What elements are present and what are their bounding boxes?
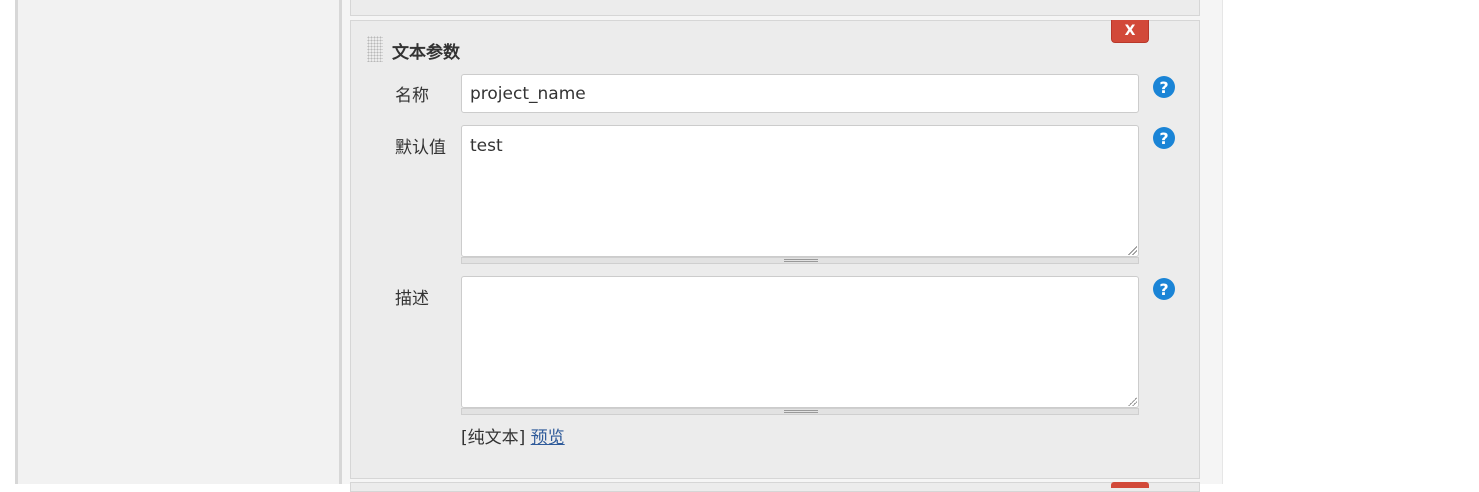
default-value-help-icon[interactable]: ? <box>1153 127 1175 149</box>
description-textarea[interactable] <box>461 276 1139 408</box>
drag-handle-icon[interactable] <box>367 36 383 62</box>
markup-format-line: [纯文本] 预览 <box>461 423 565 448</box>
description-resize-grip[interactable] <box>461 408 1139 415</box>
name-label: 名称 <box>395 86 429 106</box>
default-value-label: 默认值 <box>395 138 446 158</box>
left-sidebar-panel <box>15 0 342 484</box>
parameter-type-title: 文本参数 <box>392 43 460 63</box>
plain-text-label: [纯文本] <box>461 428 526 448</box>
default-value-resize-icon[interactable] <box>1127 245 1137 255</box>
next-delete-button[interactable] <box>1111 482 1149 488</box>
preview-link[interactable]: 预览 <box>531 428 565 448</box>
description-label: 描述 <box>395 289 429 309</box>
delete-parameter-button[interactable]: X <box>1111 20 1149 43</box>
name-help-icon[interactable]: ? <box>1153 76 1175 98</box>
name-input[interactable] <box>461 74 1139 113</box>
previous-parameter-block <box>350 0 1200 16</box>
default-value-textarea[interactable]: test <box>461 125 1139 257</box>
description-resize-icon[interactable] <box>1127 396 1137 406</box>
default-value-resize-grip[interactable] <box>461 257 1139 264</box>
description-help-icon[interactable]: ? <box>1153 278 1175 300</box>
